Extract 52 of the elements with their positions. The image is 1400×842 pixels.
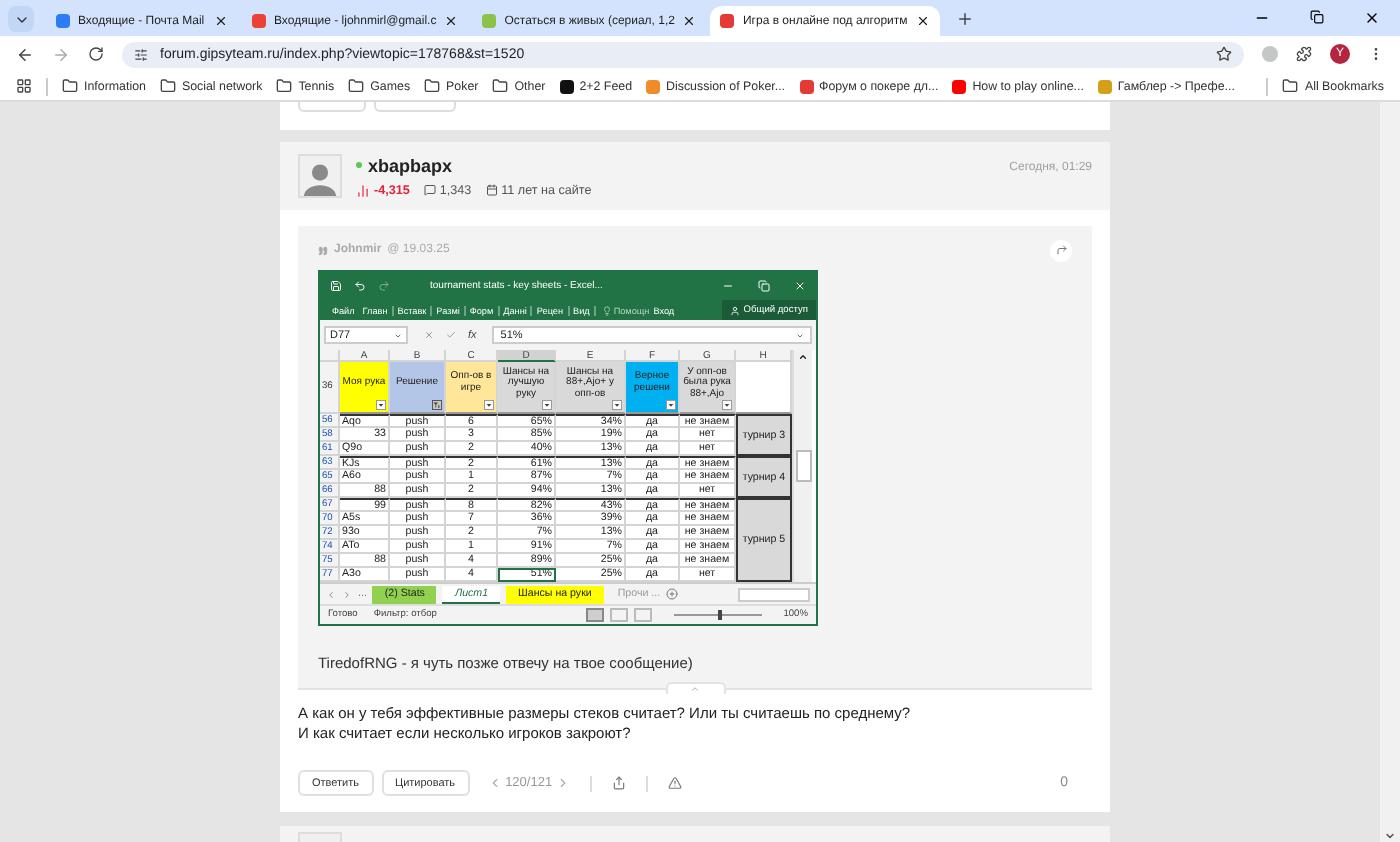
filter-applied-icon[interactable] [432, 400, 442, 410]
restore-icon[interactable] [1310, 10, 1324, 24]
message-icon [423, 184, 436, 196]
close-icon[interactable] [1364, 10, 1380, 26]
folder-icon [424, 78, 441, 94]
site-settings-icon[interactable] [134, 47, 148, 61]
redo-icon[interactable] [378, 280, 390, 292]
close-icon[interactable] [214, 14, 228, 28]
close-icon[interactable] [915, 14, 930, 28]
filter-dropdown-icon[interactable] [542, 400, 552, 410]
page-scrollbar[interactable] [1380, 102, 1400, 842]
lightbulb-icon [601, 305, 612, 315]
quote-icon [318, 245, 328, 255]
check-icon[interactable] [446, 330, 456, 340]
scroll-down-icon[interactable] [1384, 830, 1396, 842]
new-tab-button[interactable] [955, 9, 974, 27]
vertical-scrollbar[interactable] [792, 350, 812, 582]
add-sheet-icon[interactable] [666, 588, 679, 600]
forward-icon[interactable] [52, 45, 70, 63]
rating-icon [356, 183, 370, 197]
filter-dropdown-icon[interactable] [376, 400, 386, 410]
zoom-thumb[interactable] [717, 610, 722, 620]
filter-dropdown-icon[interactable] [612, 400, 622, 410]
filter-dropdown-icon[interactable] [666, 400, 676, 410]
reload-icon[interactable] [88, 46, 104, 62]
filter-dropdown-icon[interactable] [722, 400, 732, 410]
apps-icon[interactable] [16, 78, 32, 94]
close-icon[interactable] [444, 14, 459, 28]
folder-icon [348, 78, 365, 94]
user-icon [729, 305, 740, 315]
warning-icon[interactable] [668, 776, 683, 790]
bookmark-star-icon[interactable] [1216, 46, 1232, 62]
extensions-icon[interactable] [1296, 46, 1312, 62]
folder-icon [276, 78, 293, 94]
undo-icon[interactable] [354, 280, 366, 292]
close-icon[interactable] [682, 14, 697, 28]
folder-icon [159, 78, 176, 94]
folder-icon [62, 78, 78, 94]
filter-dropdown-icon[interactable] [484, 400, 494, 410]
horizontal-scrollbar[interactable] [738, 587, 810, 601]
scroll-up-icon[interactable] [798, 352, 808, 362]
avatar-silhouette [298, 154, 342, 198]
share-icon[interactable] [612, 776, 627, 790]
view-mode-icon[interactable] [585, 608, 604, 622]
scroll-thumb[interactable] [795, 450, 811, 482]
folder-icon [492, 78, 509, 94]
author-name[interactable]: xbapbapx [368, 155, 453, 175]
calendar-icon [485, 184, 498, 196]
save-icon[interactable] [330, 280, 342, 292]
folder-icon [1282, 78, 1299, 94]
arrow-icon[interactable] [1055, 244, 1067, 256]
back-icon[interactable] [16, 45, 34, 63]
